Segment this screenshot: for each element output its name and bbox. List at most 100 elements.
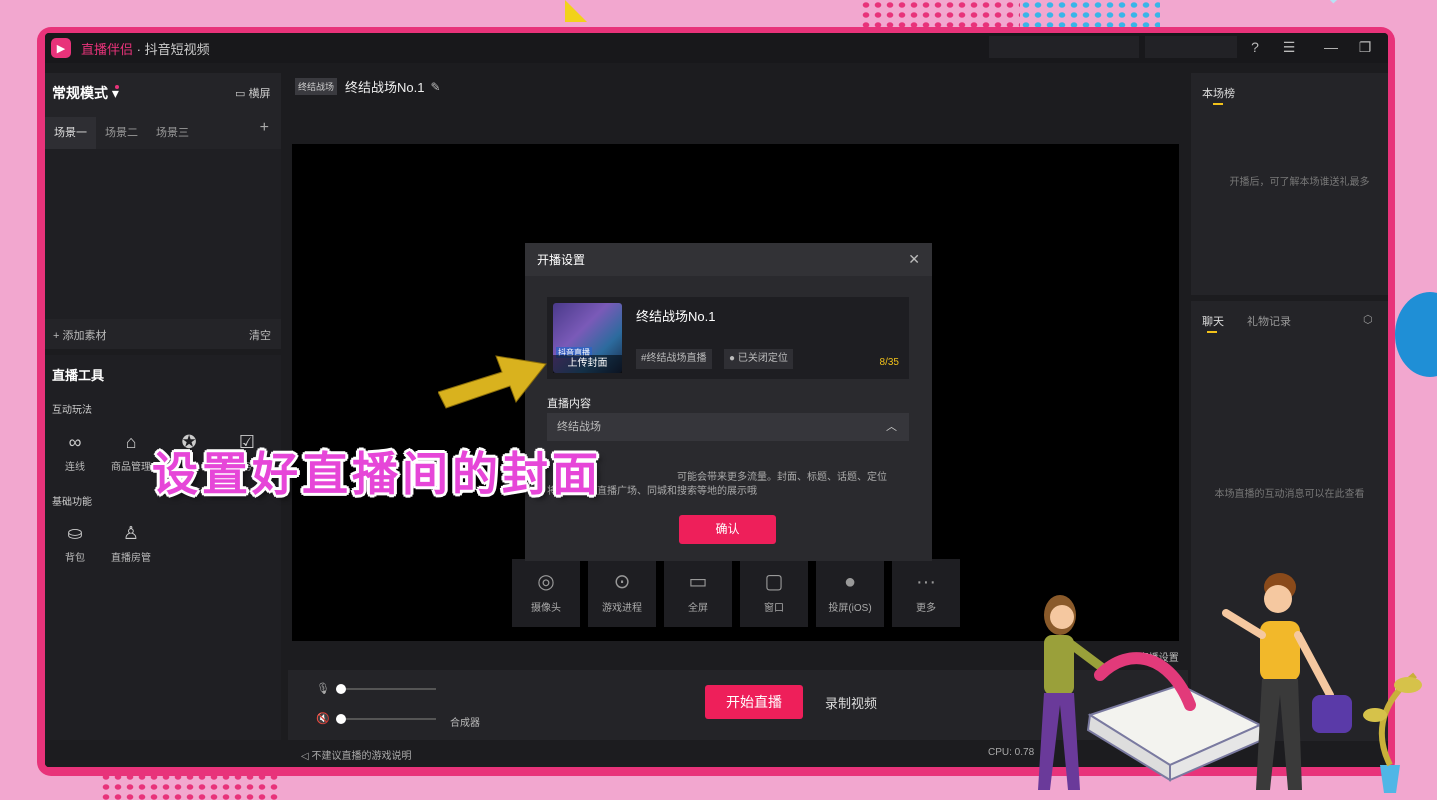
topic-tag[interactable]: #终结战场直播 xyxy=(636,349,712,369)
source-fullscreen[interactable]: ▭ 全屏 xyxy=(664,559,732,627)
source-game[interactable]: ⊙ 游戏进程 xyxy=(588,559,656,627)
game-tip-label: 不建议直播的游戏说明 xyxy=(311,751,412,762)
speaker-volume-row: 🔇 xyxy=(316,712,436,725)
material-list xyxy=(45,149,281,319)
window-icon: ▢ xyxy=(764,571,784,593)
apple-icon: ● xyxy=(843,571,857,593)
tool-link[interactable]: ∞ 连线 xyxy=(47,430,103,473)
upload-cover-label: 上传封面 xyxy=(553,355,622,373)
location-tag[interactable]: ● 已关闭定位 xyxy=(724,349,793,369)
source-camera[interactable]: ◎ 摄像头 xyxy=(512,559,580,627)
tab-gift-records[interactable]: 礼物记录 xyxy=(1247,313,1291,329)
rank-panel: 本场榜 开播后，可了解本场谁送礼最多 xyxy=(1191,73,1388,295)
chat-settings-icon[interactable]: ⬡ xyxy=(1363,313,1373,326)
app-brand: 直播伴侣 xyxy=(81,41,134,57)
overlay-caption: 设置好直播间的封面 xyxy=(152,447,602,501)
title-search-box[interactable] xyxy=(989,36,1139,58)
mixer-button[interactable]: 合成器 xyxy=(450,714,480,729)
stream-info-card: 抖音直播 上传封面 终结战场No.1 #终结战场直播 ● 已关闭定位 8/35 xyxy=(547,297,909,379)
source-ios-cast[interactable]: ● 投屏(iOS) xyxy=(816,559,884,627)
background-triangle xyxy=(565,0,587,22)
tab-scene-1[interactable]: 场景一 xyxy=(45,117,96,149)
help-icon[interactable]: ? xyxy=(1245,39,1265,55)
app-subtitle: · 抖音短视频 xyxy=(133,41,210,57)
landscape-label: 横屏 xyxy=(248,88,271,100)
source-more-label: 更多 xyxy=(916,603,936,614)
location-label: 已关闭定位 xyxy=(737,353,788,364)
title-char-count: 8/35 xyxy=(879,357,899,368)
edit-icon[interactable]: ✎ xyxy=(430,80,440,94)
scene-tabs: 场景一 场景二 场景三 xyxy=(45,117,281,149)
section-interactive: 互动玩法 xyxy=(52,405,92,416)
background-dots xyxy=(860,0,1020,30)
content-select[interactable]: 终结战场 ︿ xyxy=(547,413,909,441)
clear-button[interactable]: 清空 xyxy=(249,327,271,343)
title-user-box[interactable] xyxy=(1145,36,1237,58)
cartoon-readers-illustration xyxy=(1038,573,1422,793)
room-admin-icon: ♙ xyxy=(122,523,140,543)
tab-scene-2[interactable]: 场景二 xyxy=(96,117,147,149)
chevron-up-icon: ︿ xyxy=(886,421,897,433)
source-game-label: 游戏进程 xyxy=(602,603,642,614)
cpu-usage: CPU: 0.78 xyxy=(988,747,1035,758)
mic-volume-knob[interactable] xyxy=(336,683,346,694)
mode-selector[interactable]: 常规模式 ▾ xyxy=(52,83,119,103)
tools-title: 直播工具 xyxy=(52,368,105,383)
tab-scene-3[interactable]: 场景三 xyxy=(147,117,198,149)
background-dots-blue xyxy=(1020,0,1160,30)
close-icon[interactable]: ✕ xyxy=(908,251,920,268)
record-video-button[interactable]: 录制视频 xyxy=(825,693,877,712)
confirm-button[interactable]: 确认 xyxy=(679,515,776,544)
content-select-value: 终结战场 xyxy=(557,421,601,433)
game-tip-link[interactable]: ◁ 不建议直播的游戏说明 xyxy=(301,747,411,762)
source-camera-label: 摄像头 xyxy=(531,603,561,614)
monitor-icon: ▭ xyxy=(688,571,708,593)
speaker-icon: ◁ xyxy=(301,751,309,762)
mic-volume-row: 🎙 xyxy=(316,682,436,695)
tool-backpack[interactable]: ⛀ 背包 xyxy=(47,521,103,564)
stream-header: 终结战场 终结战场No.1 ✎ xyxy=(295,77,441,96)
source-window-label: 窗口 xyxy=(764,603,784,614)
tool-backpack-label: 背包 xyxy=(65,553,85,564)
backpack-icon: ⛀ xyxy=(67,523,83,543)
add-material-label: 添加素材 xyxy=(62,330,107,342)
landscape-toggle[interactable]: ▭ 横屏 xyxy=(235,85,270,101)
rank-tab-underline xyxy=(1213,103,1223,105)
add-scene-icon[interactable]: + xyxy=(260,119,269,137)
menu-icon[interactable]: ☰ xyxy=(1279,39,1299,56)
restore-icon[interactable]: ❐ xyxy=(1355,39,1375,56)
start-live-settings-modal: 开播设置 ✕ 抖音直播 上传封面 终结战场No.1 #终结战场直播 ● 已关闭定… xyxy=(525,243,932,561)
stream-title-input[interactable]: 终结战场No.1 xyxy=(636,306,715,325)
tool-store-label: 商品管理 xyxy=(111,462,151,473)
tab-rank[interactable]: 本场榜 xyxy=(1202,85,1235,101)
source-more[interactable]: ··· 更多 xyxy=(892,559,960,627)
mode-label: 常规模式 xyxy=(52,85,108,101)
mic-volume-slider[interactable] xyxy=(336,683,436,694)
section-basic: 基础功能 xyxy=(52,497,92,508)
tab-chat[interactable]: 聊天 xyxy=(1202,313,1224,329)
minimize-icon[interactable]: — xyxy=(1321,39,1341,55)
chat-tab-underline xyxy=(1207,331,1217,333)
title-bar: ▶ 直播伴侣 · 抖音短视频 ? ☰ — ❐ xyxy=(45,33,1388,63)
cover-upload[interactable]: 抖音直播 上传封面 xyxy=(553,303,622,373)
start-live-button[interactable]: 开始直播 xyxy=(705,685,803,719)
tool-room-admin[interactable]: ♙ 直播房管 xyxy=(103,521,159,564)
more-icon: ··· xyxy=(916,571,936,593)
speaker-muted-icon[interactable]: 🔇 xyxy=(316,712,334,725)
app-logo-icon: ▶ xyxy=(51,38,71,58)
stream-title: 终结战场No.1 xyxy=(345,80,425,95)
speaker-volume-knob[interactable] xyxy=(336,713,346,724)
link-icon: ∞ xyxy=(68,432,82,452)
source-window[interactable]: ▢ 窗口 xyxy=(740,559,808,627)
landscape-icon: ▭ xyxy=(235,88,246,100)
left-panel: 常规模式 ▾ ▭ 横屏 场景一 场景二 场景三 + + 添加素材 清空 直播工具… xyxy=(45,73,281,767)
live-tools-panel: 直播工具 互动玩法 ∞ 连线 ⌂ 商品管理 ✪ ☑ 务 基础功能 ⛀ 背包 ♙ 直播房管 xyxy=(45,355,281,767)
chat-empty-text: 本场直播的互动消息可以在此查看 xyxy=(1214,489,1365,500)
background-blue-blob xyxy=(1395,292,1437,377)
background-dots-bottom xyxy=(100,772,280,800)
add-material-button[interactable]: + 添加素材 xyxy=(53,327,106,343)
tool-store[interactable]: ⌂ 商品管理 xyxy=(103,430,159,473)
store-icon: ⌂ xyxy=(125,432,137,452)
mic-muted-icon[interactable]: 🎙 xyxy=(316,682,334,695)
speaker-volume-slider[interactable] xyxy=(336,713,436,724)
